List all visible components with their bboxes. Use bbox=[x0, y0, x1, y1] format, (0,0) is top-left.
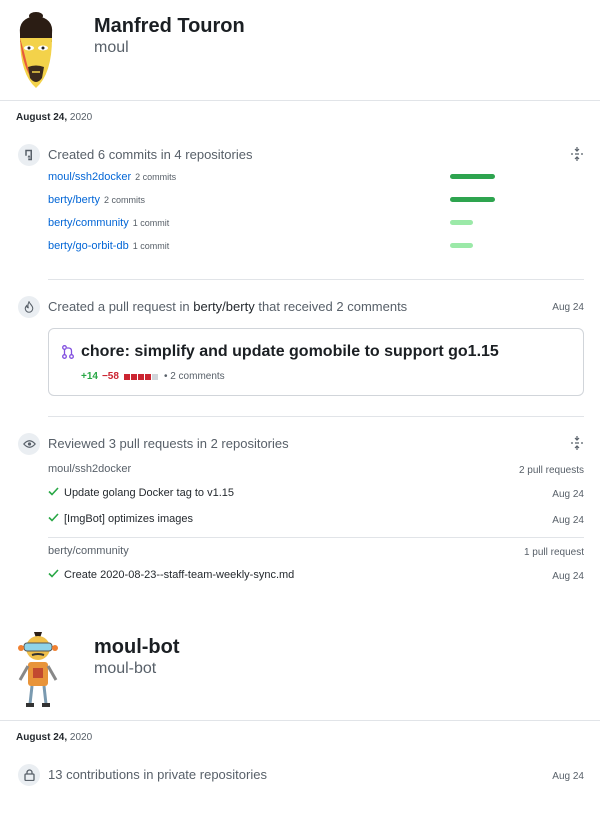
pr-comments: • 2 comments bbox=[163, 371, 225, 382]
pr-summary: Created a pull request in berty/berty th… bbox=[48, 299, 407, 314]
profile-login: moul-bot bbox=[94, 660, 157, 677]
review-date: Aug 24 bbox=[552, 489, 584, 500]
check-icon bbox=[48, 569, 59, 581]
pr-title-link[interactable]: chore: simplify and update gomobile to s… bbox=[81, 343, 499, 361]
review-count: 1 pull request bbox=[523, 547, 584, 558]
review-count: 2 pull requests bbox=[518, 465, 584, 476]
commit-count[interactable]: 2 commits bbox=[104, 195, 145, 205]
commit-count[interactable]: 1 commit bbox=[133, 241, 170, 251]
review-item: Create 2020-08-23--staff-team-weekly-syn… bbox=[48, 569, 294, 581]
review-pr-link[interactable]: Update golang Docker tag to v1.15 bbox=[64, 487, 234, 499]
fold-icon[interactable] bbox=[571, 147, 583, 161]
diffstat-box bbox=[137, 373, 144, 380]
avatar[interactable] bbox=[10, 12, 62, 94]
pr-repo-link[interactable]: berty/berty bbox=[193, 299, 254, 314]
review-item: Update golang Docker tag to v1.15 bbox=[48, 487, 234, 499]
pr-meta: +14 −58 • 2 comments bbox=[81, 371, 225, 382]
separator bbox=[48, 279, 584, 280]
diffstat bbox=[123, 373, 158, 380]
commit-bar bbox=[450, 243, 473, 248]
commit-bar bbox=[450, 174, 495, 179]
review-date: Aug 24 bbox=[552, 571, 584, 582]
lock-icon bbox=[18, 764, 40, 786]
review-pr-link[interactable]: Create 2020-08-23--staff-team-weekly-syn… bbox=[64, 569, 294, 581]
review-repo-link[interactable]: moul/ssh2docker bbox=[48, 463, 131, 475]
commit-row: berty/go-orbit-db 1 commit bbox=[48, 240, 169, 252]
commits-summary: Created 6 commits in 4 repositories bbox=[48, 147, 253, 162]
git-pull-request-icon bbox=[62, 345, 74, 364]
pr-summary-prefix: Created a pull request in bbox=[48, 299, 190, 314]
private-contributions: 13 contributions in private repositories bbox=[48, 767, 267, 782]
date-month: August 24, bbox=[16, 112, 68, 123]
commit-bar bbox=[450, 197, 495, 202]
check-icon bbox=[48, 487, 59, 499]
separator bbox=[48, 416, 584, 417]
profile-login: moul bbox=[94, 39, 129, 56]
date-month: August 24, bbox=[16, 732, 68, 743]
reviews-summary: Reviewed 3 pull requests in 2 repositori… bbox=[48, 436, 289, 451]
divider bbox=[0, 720, 600, 721]
date-year: 2020 bbox=[69, 732, 93, 743]
separator bbox=[48, 537, 584, 538]
pr-date: Aug 24 bbox=[552, 302, 584, 313]
commit-count[interactable]: 1 commit bbox=[133, 218, 170, 228]
divider bbox=[0, 100, 600, 101]
commit-repo-link[interactable]: moul/ssh2docker bbox=[48, 171, 131, 183]
commit-row: berty/berty 2 commits bbox=[48, 194, 145, 206]
diffstat-box bbox=[130, 373, 137, 380]
repo-push-icon bbox=[18, 144, 40, 166]
review-item: [ImgBot] optimizes images bbox=[48, 513, 193, 525]
commit-count[interactable]: 2 commits bbox=[135, 172, 176, 182]
check-icon bbox=[48, 513, 59, 525]
commit-repo-link[interactable]: berty/berty bbox=[48, 194, 100, 206]
review-pr-link[interactable]: [ImgBot] optimizes images bbox=[64, 513, 193, 525]
pr-card: chore: simplify and update gomobile to s… bbox=[48, 328, 584, 396]
avatar[interactable] bbox=[12, 630, 64, 712]
commit-row: moul/ssh2docker 2 commits bbox=[48, 171, 176, 183]
private-date: Aug 24 bbox=[552, 771, 584, 782]
commit-repo-link[interactable]: berty/go-orbit-db bbox=[48, 240, 129, 252]
commit-bar bbox=[450, 220, 473, 225]
pr-summary-suffix: that received 2 comments bbox=[258, 299, 408, 314]
date-year: 2020 bbox=[69, 112, 93, 123]
eye-icon bbox=[18, 433, 40, 455]
date-heading: August 24, 2020 bbox=[16, 112, 92, 123]
review-date: Aug 24 bbox=[552, 515, 584, 526]
diffstat-box bbox=[151, 373, 158, 380]
flame-icon bbox=[18, 296, 40, 318]
fold-icon[interactable] bbox=[571, 436, 583, 450]
diffstat-box bbox=[144, 373, 151, 380]
profile-name: moul-bot bbox=[94, 636, 180, 658]
date-heading: August 24, 2020 bbox=[16, 732, 92, 743]
diffstat-box bbox=[123, 373, 130, 380]
commit-row: berty/community 1 commit bbox=[48, 217, 169, 229]
review-repo-link[interactable]: berty/community bbox=[48, 545, 129, 557]
pr-additions: +14 bbox=[81, 371, 98, 382]
profile-name: Manfred Touron bbox=[94, 15, 245, 37]
commit-repo-link[interactable]: berty/community bbox=[48, 217, 129, 229]
pr-deletions: −58 bbox=[101, 371, 119, 382]
